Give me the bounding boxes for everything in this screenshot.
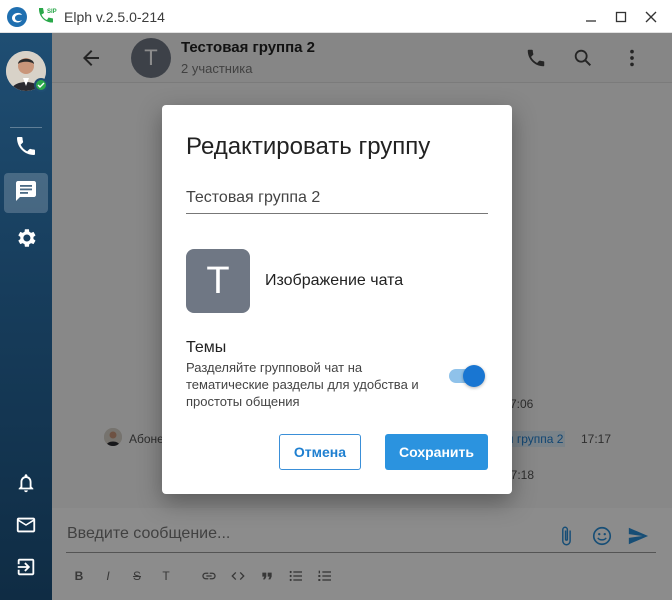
sip-label: SIP	[47, 9, 57, 15]
sidebar-item-settings[interactable]	[4, 220, 48, 260]
sidebar-item-chats[interactable]	[4, 173, 48, 213]
phone-icon	[14, 134, 38, 163]
chat-image-button[interactable]: T	[186, 249, 250, 313]
maximize-button[interactable]	[610, 6, 632, 28]
minimize-button[interactable]	[580, 6, 602, 28]
close-window-button[interactable]	[640, 6, 662, 28]
online-status-icon	[34, 78, 48, 92]
sidebar-item-logout[interactable]	[4, 549, 48, 589]
chat-icon	[14, 179, 38, 208]
sip-phone-icon: SIP	[35, 5, 57, 27]
sidebar-item-calls[interactable]	[4, 128, 48, 168]
user-avatar[interactable]	[6, 51, 48, 92]
cancel-button[interactable]: Отмена	[279, 434, 361, 470]
chat-image-label: Изображение чата	[265, 272, 404, 289]
logout-icon	[15, 556, 37, 583]
window-title: Elph v.2.5.0-214	[64, 9, 165, 25]
save-button[interactable]: Сохранить	[385, 434, 488, 470]
bell-icon	[15, 472, 37, 499]
sidebar	[0, 33, 52, 600]
toggle-thumb	[463, 365, 485, 387]
dialog-title: Редактировать группу	[186, 133, 431, 160]
gear-icon	[14, 226, 38, 255]
elph-logo-icon	[6, 6, 28, 28]
topics-title: Темы	[186, 339, 227, 356]
topics-toggle[interactable]	[449, 365, 485, 387]
edit-group-dialog: Редактировать группу Тестовая группа 2 T…	[162, 105, 512, 494]
sidebar-item-notifications[interactable]	[4, 465, 48, 505]
title-bar: SIP Elph v.2.5.0-214	[0, 0, 672, 33]
mail-icon	[15, 514, 37, 541]
topics-description: Разделяйте групповой чат на тематические…	[186, 360, 419, 409]
app-window: SIP Elph v.2.5.0-214 T Тестовая группа 2…	[0, 0, 672, 600]
group-name-input[interactable]: Тестовая группа 2	[186, 189, 488, 214]
sidebar-item-mail[interactable]	[4, 507, 48, 547]
